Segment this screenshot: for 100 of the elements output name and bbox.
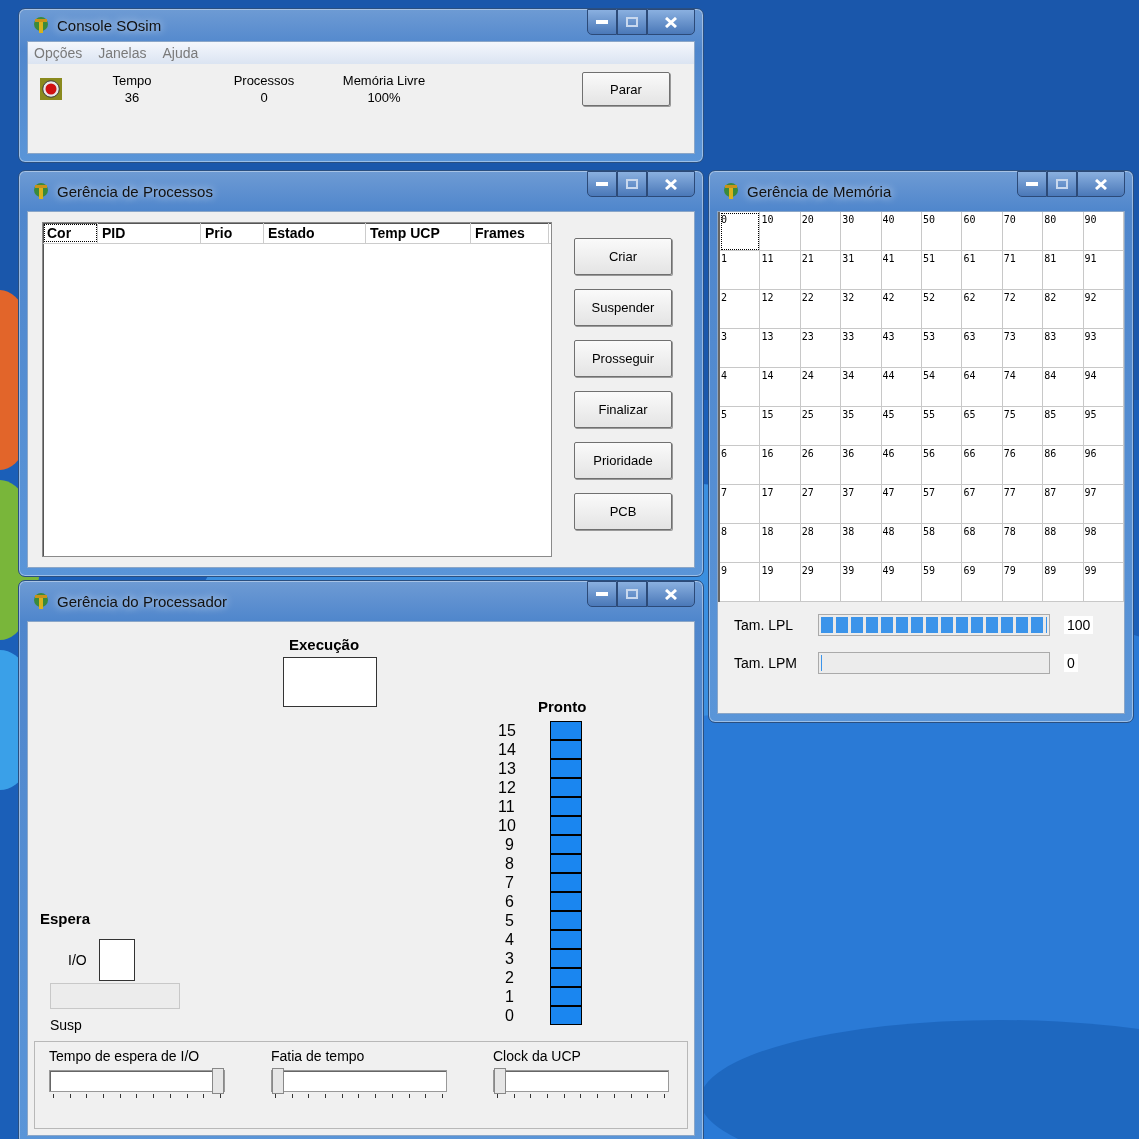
action-button[interactable]: Finalizar [574, 391, 672, 428]
column-header[interactable]: Prio [201, 223, 264, 243]
memory-cell[interactable]: 25 [800, 407, 842, 446]
slider-track[interactable] [271, 1070, 447, 1092]
memory-cell[interactable]: 2 [720, 290, 761, 329]
memory-cell[interactable]: 21 [800, 251, 842, 290]
memory-cell[interactable]: 29 [800, 563, 842, 602]
column-header[interactable]: Cor [43, 223, 98, 243]
memory-cell[interactable]: 20 [800, 212, 842, 251]
memory-cell[interactable]: 88 [1043, 524, 1084, 563]
maximize-button[interactable] [617, 171, 647, 197]
action-button[interactable]: Prioridade [574, 442, 672, 479]
memory-cell[interactable]: 57 [922, 485, 963, 524]
memory-cell[interactable]: 16 [760, 446, 801, 485]
memory-cell[interactable]: 65 [962, 407, 1003, 446]
slider-thumb[interactable] [272, 1068, 284, 1094]
memory-cell[interactable]: 42 [881, 290, 922, 329]
memory-cell[interactable]: 36 [841, 446, 882, 485]
slider-track[interactable] [493, 1070, 669, 1092]
memory-cell[interactable]: 92 [1083, 290, 1124, 329]
slider-thumb[interactable] [212, 1068, 224, 1094]
memory-cell[interactable]: 82 [1043, 290, 1084, 329]
memory-cell[interactable]: 12 [760, 290, 801, 329]
menu-item[interactable]: Opções [34, 45, 83, 61]
memory-cell[interactable]: 55 [922, 407, 963, 446]
column-header[interactable]: PID [98, 223, 201, 243]
memory-cell[interactable]: 64 [962, 368, 1003, 407]
menu-item[interactable]: Ajuda [162, 45, 199, 61]
memory-cell[interactable]: 13 [760, 329, 801, 368]
memory-cell[interactable]: 41 [881, 251, 922, 290]
minimize-button[interactable] [587, 581, 617, 607]
memory-cell[interactable]: 0 [720, 212, 761, 251]
memory-cell[interactable]: 26 [800, 446, 842, 485]
close-button[interactable] [647, 9, 695, 35]
memory-cell[interactable]: 30 [841, 212, 882, 251]
memory-cell[interactable]: 75 [1002, 407, 1044, 446]
minimize-button[interactable] [587, 9, 617, 35]
column-header[interactable]: Estado [264, 223, 366, 243]
memory-cell[interactable]: 39 [841, 563, 882, 602]
memory-cell[interactable]: 95 [1083, 407, 1124, 446]
memory-cell[interactable]: 72 [1002, 290, 1044, 329]
memory-cell[interactable]: 56 [922, 446, 963, 485]
memory-cell[interactable]: 24 [800, 368, 842, 407]
memory-cell[interactable]: 50 [922, 212, 963, 251]
memory-cell[interactable]: 70 [1002, 212, 1044, 251]
memory-cell[interactable]: 58 [922, 524, 963, 563]
memory-cell[interactable]: 1 [720, 251, 761, 290]
memory-cell[interactable]: 40 [881, 212, 922, 251]
memory-cell[interactable]: 7 [720, 485, 761, 524]
memory-cell[interactable]: 4 [720, 368, 761, 407]
memory-cell[interactable]: 51 [922, 251, 963, 290]
memory-cell[interactable]: 59 [922, 563, 963, 602]
memory-cell[interactable]: 85 [1043, 407, 1084, 446]
memory-cell[interactable]: 77 [1002, 485, 1044, 524]
memory-cell[interactable]: 46 [881, 446, 922, 485]
memory-cell[interactable]: 6 [720, 446, 761, 485]
memory-cell[interactable]: 48 [881, 524, 922, 563]
memory-cell[interactable]: 45 [881, 407, 922, 446]
column-header[interactable]: Temp UCP [366, 223, 471, 243]
memory-cell[interactable]: 76 [1002, 446, 1044, 485]
memory-cell[interactable]: 43 [881, 329, 922, 368]
memory-cell[interactable]: 52 [922, 290, 963, 329]
memory-cell[interactable]: 73 [1002, 329, 1044, 368]
memory-cell[interactable]: 83 [1043, 329, 1084, 368]
action-button[interactable]: Prosseguir [574, 340, 672, 377]
memory-cell[interactable]: 54 [922, 368, 963, 407]
memory-cell[interactable]: 3 [720, 329, 761, 368]
memory-cell[interactable]: 96 [1083, 446, 1124, 485]
memory-cell[interactable]: 47 [881, 485, 922, 524]
memory-cell[interactable]: 27 [800, 485, 842, 524]
memory-cell[interactable]: 87 [1043, 485, 1084, 524]
action-button[interactable]: PCB [574, 493, 672, 530]
memory-cell[interactable]: 14 [760, 368, 801, 407]
memory-cell[interactable]: 32 [841, 290, 882, 329]
memory-cell[interactable]: 11 [760, 251, 801, 290]
memory-cell[interactable]: 17 [760, 485, 801, 524]
memory-cell[interactable]: 5 [720, 407, 761, 446]
memory-cell[interactable]: 10 [760, 212, 801, 251]
memory-cell[interactable]: 93 [1083, 329, 1124, 368]
stop-button[interactable]: Parar [582, 72, 670, 106]
memory-cell[interactable]: 68 [962, 524, 1003, 563]
memory-cell[interactable]: 91 [1083, 251, 1124, 290]
memory-cell[interactable]: 86 [1043, 446, 1084, 485]
memory-cell[interactable]: 78 [1002, 524, 1044, 563]
memory-cell[interactable]: 89 [1043, 563, 1084, 602]
memory-cell[interactable]: 35 [841, 407, 882, 446]
maximize-button[interactable] [617, 581, 647, 607]
memory-cell[interactable]: 99 [1083, 563, 1124, 602]
memory-cell[interactable]: 28 [800, 524, 842, 563]
memory-cell[interactable]: 84 [1043, 368, 1084, 407]
memory-cell[interactable]: 15 [760, 407, 801, 446]
close-button[interactable] [1077, 171, 1125, 197]
slider-track[interactable] [49, 1070, 225, 1092]
memory-cell[interactable]: 62 [962, 290, 1003, 329]
memory-cell[interactable]: 18 [760, 524, 801, 563]
memory-cell[interactable]: 37 [841, 485, 882, 524]
memory-cell[interactable]: 63 [962, 329, 1003, 368]
memory-cell[interactable]: 69 [962, 563, 1003, 602]
memory-cell[interactable]: 22 [800, 290, 842, 329]
action-button[interactable]: Suspender [574, 289, 672, 326]
